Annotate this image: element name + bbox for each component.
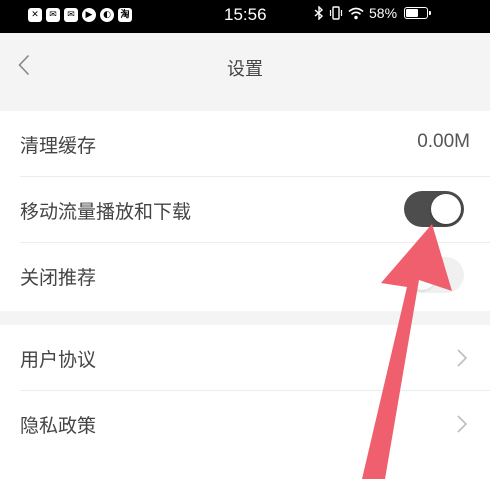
chevron-right-icon [457,349,468,367]
battery-icon [404,7,432,19]
chevron-right-icon [457,415,468,433]
notification-icons: ✕ ✉ ✉ ▶ ◐ 淘 [28,8,132,22]
battery-percent: 58% [369,5,398,21]
vibrate-icon [329,6,343,20]
close-recommend-label: 关闭推荐 [20,267,97,289]
status-time: 15:56 [224,5,267,24]
user-agreement-label: 用户协议 [20,349,97,371]
nav-bar: 设置 [0,33,490,97]
clear-cache-label: 清理缓存 [20,135,97,157]
play-icon: ▶ [82,8,96,22]
wifi-icon [348,7,364,19]
compass-icon: ◐ [100,8,114,22]
close-recommend-toggle[interactable] [404,257,464,293]
mobile-data-row: 移动流量播放和下载 [0,177,490,243]
taobao-icon: 淘 [118,8,132,22]
toggle-knob [407,260,437,290]
close-app-icon: ✕ [28,8,42,22]
mobile-data-toggle[interactable] [404,191,464,227]
bluetooth-icon [314,6,324,20]
settings-group-preferences: 清理缓存 0.00M 移动流量播放和下载 关闭推荐 [0,111,490,311]
page-title: 设置 [227,59,263,80]
close-recommend-row: 关闭推荐 [0,243,490,309]
privacy-policy-row[interactable]: 隐私政策 [0,391,490,457]
clear-cache-row[interactable]: 清理缓存 0.00M [0,111,490,177]
user-agreement-row[interactable]: 用户协议 [0,325,490,391]
toggle-knob [431,194,461,224]
status-right-cluster: 58% [314,5,432,21]
mail-icon: ✉ [64,8,78,22]
mobile-data-label: 移动流量播放和下载 [20,201,192,223]
settings-group-legal: 用户协议 隐私政策 [0,325,490,479]
privacy-policy-label: 隐私政策 [20,415,97,437]
mail-icon: ✉ [46,8,60,22]
status-bar: ✕ ✉ ✉ ▶ ◐ 淘 15:56 58% [0,0,490,33]
cache-size-value: 0.00M [417,131,470,152]
